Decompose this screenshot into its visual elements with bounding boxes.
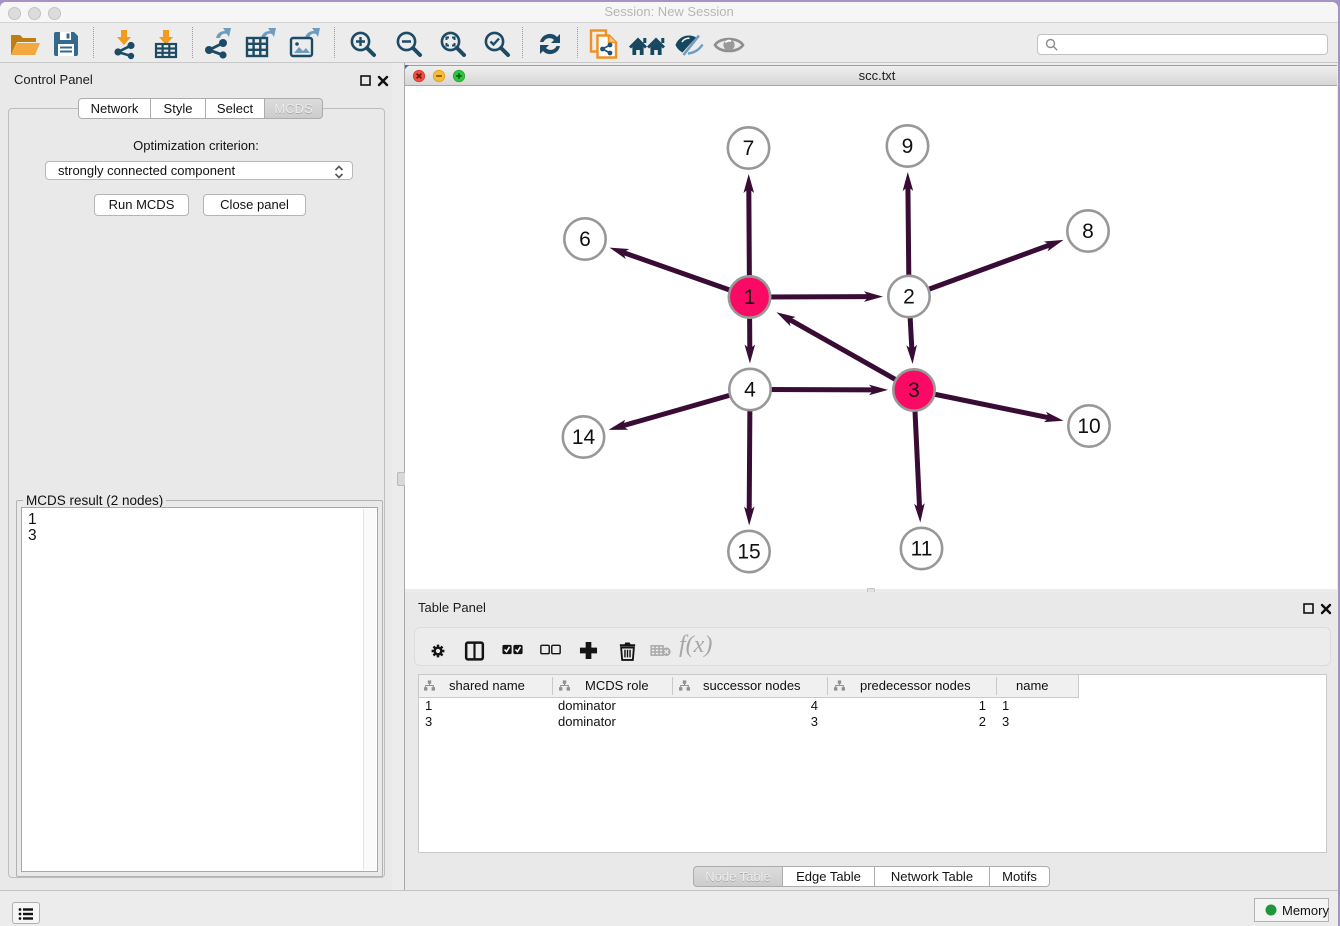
svg-text:6: 6 [579, 228, 591, 251]
svg-text:8: 8 [1082, 220, 1094, 243]
svg-text:9: 9 [902, 135, 914, 158]
svg-text:10: 10 [1077, 415, 1100, 438]
svg-text:1: 1 [744, 286, 756, 309]
svg-text:14: 14 [572, 426, 596, 449]
svg-text:4: 4 [744, 379, 756, 402]
svg-text:3: 3 [908, 379, 920, 402]
svg-text:2: 2 [903, 286, 915, 309]
svg-text:11: 11 [911, 538, 933, 561]
svg-text:15: 15 [737, 541, 760, 564]
svg-text:7: 7 [743, 137, 755, 160]
